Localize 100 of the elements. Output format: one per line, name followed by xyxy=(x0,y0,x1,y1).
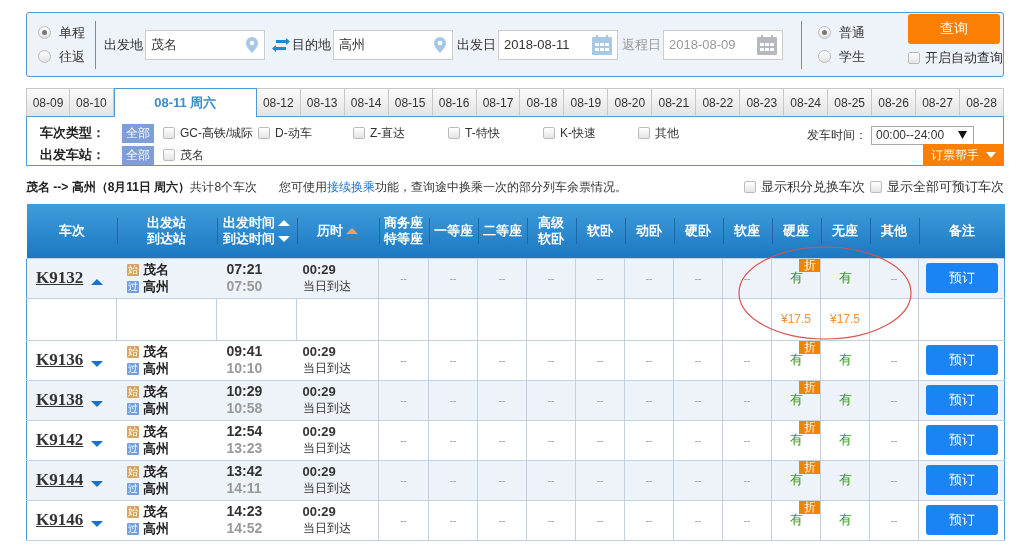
date-tab[interactable]: 08-16 xyxy=(432,88,477,117)
checkbox[interactable] xyxy=(163,127,175,139)
date-field[interactable]: 2018-08-11 xyxy=(498,29,618,60)
checkbox-label[interactable]: K-快速 xyxy=(560,124,596,142)
checkbox[interactable] xyxy=(638,127,650,139)
date-tab[interactable]: 08-28 xyxy=(960,88,1004,117)
expand-caret-icon[interactable] xyxy=(91,481,104,487)
date-tab[interactable]: 08-12 xyxy=(256,88,301,117)
radio-label[interactable]: 单程 xyxy=(59,23,85,42)
radio-button[interactable] xyxy=(818,50,831,63)
no-seat-text: -- xyxy=(449,273,457,284)
filter-label: 发车时间： xyxy=(807,126,867,144)
column-header[interactable]: 其他 xyxy=(881,222,907,239)
date-tab[interactable]: 08-26 xyxy=(872,88,917,117)
column-header[interactable]: 备注 xyxy=(948,222,975,239)
collapse-caret-icon[interactable] xyxy=(91,279,104,285)
date-tab[interactable]: 08-11 周六 xyxy=(113,88,257,117)
date-tab[interactable]: 08-21 xyxy=(652,88,697,117)
checkbox[interactable] xyxy=(870,181,882,193)
column-header[interactable]: 硬卧 xyxy=(685,222,711,239)
book-button[interactable]: 预订 xyxy=(925,263,998,293)
book-button[interactable]: 预订 xyxy=(925,465,998,495)
station-field[interactable]: 高州 xyxy=(333,29,453,60)
column-header[interactable]: 硬座 xyxy=(783,222,809,239)
checkbox-label[interactable]: T-特快 xyxy=(465,124,500,142)
checkbox-label[interactable]: 显示全部可预订车次 xyxy=(887,178,1004,196)
no-seat-text: -- xyxy=(449,355,457,366)
radio-button[interactable] xyxy=(818,26,831,39)
checkbox-label[interactable]: 显示积分兑换车次 xyxy=(761,178,865,196)
expand-caret-icon[interactable] xyxy=(91,441,104,447)
date-tab[interactable]: 08-09 xyxy=(26,88,70,117)
column-header[interactable]: 软座 xyxy=(734,222,760,239)
station-field[interactable]: 茂名 xyxy=(145,29,265,60)
column-header[interactable]: 历时 xyxy=(317,222,343,239)
checkbox-label[interactable]: GC-高铁/城际 xyxy=(180,124,254,142)
checkbox-label[interactable]: 茂名 xyxy=(180,146,204,164)
train-count: 共计8个车次 xyxy=(190,178,258,196)
checkbox-label[interactable]: 开启自动查询 xyxy=(925,49,1003,67)
date-tab[interactable]: 08-18 xyxy=(520,88,565,117)
checkbox[interactable] xyxy=(908,52,920,64)
radio-label[interactable]: 学生 xyxy=(839,47,865,66)
date-tab[interactable]: 08-19 xyxy=(564,88,609,117)
checkbox[interactable] xyxy=(744,181,756,193)
field-label: 出发地 xyxy=(104,35,143,54)
column-header[interactable]: 到达站 xyxy=(147,230,186,247)
date-tab[interactable]: 08-13 xyxy=(300,88,345,117)
no-seat-text: -- xyxy=(890,435,898,446)
date-tab[interactable]: 08-20 xyxy=(608,88,653,117)
no-seat-text: -- xyxy=(400,435,407,446)
time-select[interactable]: 00:00--24:00 xyxy=(871,125,974,145)
radio-label[interactable]: 普通 xyxy=(839,23,865,42)
checkbox[interactable] xyxy=(353,127,365,139)
sort-up-icon[interactable] xyxy=(278,219,290,226)
date-tab[interactable]: 08-24 xyxy=(784,88,829,117)
date-tab[interactable]: 08-17 xyxy=(476,88,521,117)
column-header[interactable]: 到达时间 xyxy=(223,230,275,247)
book-button[interactable]: 预订 xyxy=(925,505,998,535)
date-tab[interactable]: 08-14 xyxy=(344,88,389,117)
date-tab[interactable]: 08-25 xyxy=(828,88,873,117)
checkbox[interactable] xyxy=(543,127,555,139)
date-tab[interactable]: 08-22 xyxy=(696,88,741,117)
column-header[interactable]: 高级 xyxy=(538,214,564,231)
radio-button[interactable] xyxy=(38,26,51,39)
date-tab[interactable]: 08-23 xyxy=(740,88,785,117)
column-header[interactable]: 特等座 xyxy=(384,230,423,247)
no-seat-text: -- xyxy=(694,475,702,486)
radio-label[interactable]: 往返 xyxy=(59,47,85,66)
arrival-day-text: 当日到达 xyxy=(302,278,352,295)
expand-caret-icon[interactable] xyxy=(91,521,104,527)
column-header[interactable]: 软卧 xyxy=(587,222,613,239)
swap-icon xyxy=(272,37,290,52)
availability-text: 有 xyxy=(838,270,852,285)
date-tab[interactable]: 08-27 xyxy=(916,88,960,117)
column-header[interactable]: 无座 xyxy=(832,222,858,239)
availability-text: 有 xyxy=(789,512,803,527)
checkbox-label[interactable]: 其他 xyxy=(655,124,679,142)
transfer-link[interactable]: 接续换乘 xyxy=(327,179,376,194)
no-seat-text: -- xyxy=(596,273,604,284)
date-tab[interactable]: 08-15 xyxy=(388,88,433,117)
book-button[interactable]: 预订 xyxy=(925,385,998,415)
checkbox-label[interactable]: D-动车 xyxy=(275,124,312,142)
checkbox[interactable] xyxy=(258,127,270,139)
column-header[interactable]: 软卧 xyxy=(538,230,564,247)
checkbox[interactable] xyxy=(448,127,460,139)
expand-caret-icon[interactable] xyxy=(91,361,104,367)
column-header[interactable]: 动卧 xyxy=(636,222,662,239)
dropdown-caret-icon xyxy=(958,131,967,139)
expand-caret-icon[interactable] xyxy=(91,401,104,407)
book-button[interactable]: 预订 xyxy=(925,345,998,375)
sort-up-icon[interactable] xyxy=(346,227,358,234)
arrive-time: 14:11 xyxy=(226,480,263,497)
checkbox[interactable] xyxy=(163,149,175,161)
column-header[interactable]: 一等座 xyxy=(433,222,473,239)
radio-button[interactable] xyxy=(38,50,51,63)
book-button[interactable]: 预订 xyxy=(925,425,998,455)
checkbox-label[interactable]: Z-直达 xyxy=(370,124,406,142)
sort-down-icon[interactable] xyxy=(278,235,290,242)
column-header[interactable]: 二等座 xyxy=(482,222,522,239)
date-tab[interactable]: 08-10 xyxy=(69,88,114,117)
column-header[interactable]: 车次 xyxy=(58,222,85,239)
